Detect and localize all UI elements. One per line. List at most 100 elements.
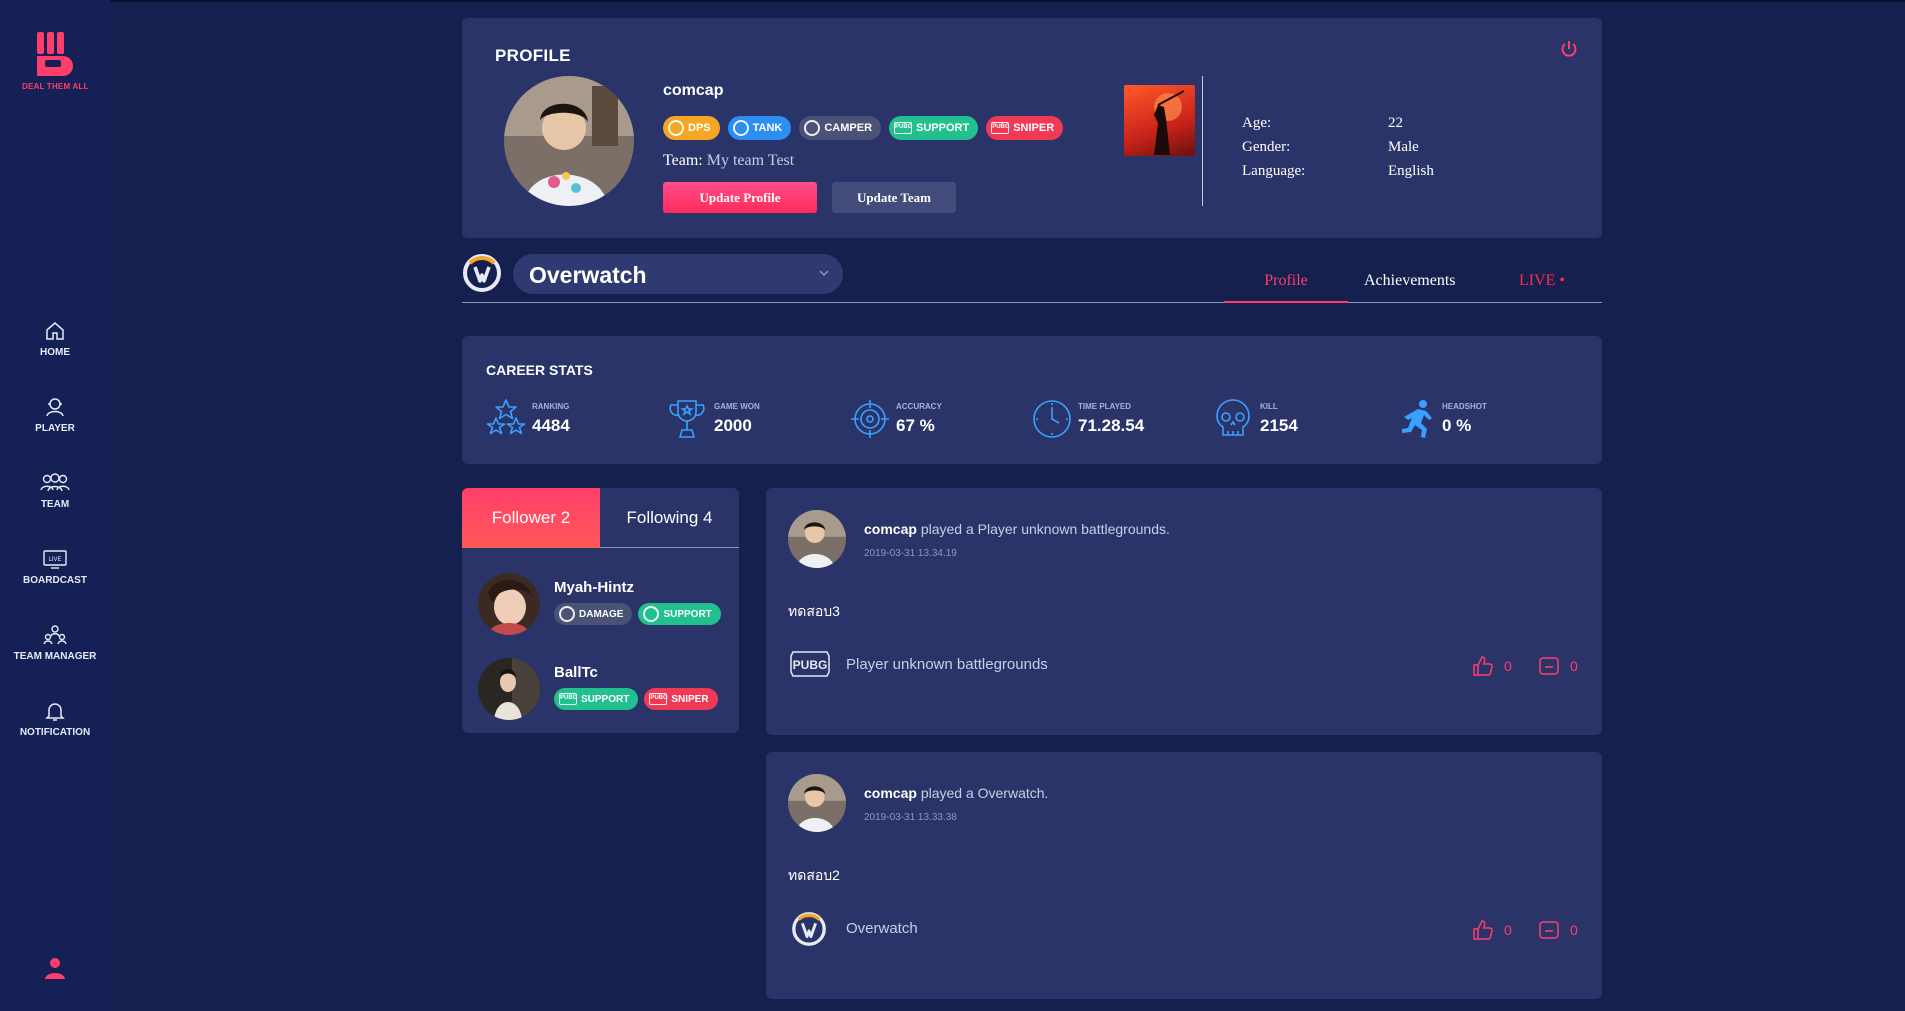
update-team-button[interactable]: Update Team <box>832 182 956 213</box>
follow-card: Follower 2 Following 4 Myah-Hintz DAMAGE… <box>462 488 739 733</box>
tag-sniper: PUBG SNIPER <box>986 116 1064 140</box>
sidebar-item-label: BOARDCAST <box>23 575 87 586</box>
profile-title: PROFILE <box>495 46 571 65</box>
player-icon <box>46 398 64 417</box>
svg-text:PUBG: PUBG <box>793 658 828 672</box>
skull-icon <box>1216 399 1250 436</box>
tag-damage: DAMAGE <box>554 603 633 625</box>
post-timestamp: 2019-03-31 13.34.19 <box>864 548 957 559</box>
post-game-title: Player unknown battlegrounds <box>846 656 1048 673</box>
stat-value: 67 % <box>896 416 935 435</box>
stat-value: 4484 <box>532 416 570 435</box>
stat-label: KILL <box>1260 402 1278 411</box>
tag-camper: CAMPER <box>799 116 882 140</box>
tag-label: SNIPER <box>671 693 709 705</box>
tag-label: DPS <box>688 122 711 134</box>
sidebar-item-player[interactable]: PLAYER <box>0 396 110 434</box>
overwatch-logo-icon <box>463 254 501 292</box>
sidebar-item-label: HOME <box>40 347 70 358</box>
follower-name: BallTc <box>554 664 598 681</box>
stat-value: 2000 <box>714 416 752 435</box>
info-value: 22 <box>1388 115 1403 131</box>
stat-label: GAME WON <box>714 402 760 411</box>
sidebar-item-label: TEAM MANAGER <box>13 651 97 662</box>
stat-label: HEADSHOT <box>1442 402 1487 411</box>
trophy-icon <box>669 400 705 438</box>
avatar <box>478 658 540 720</box>
post-username[interactable]: comcap <box>864 521 917 537</box>
overwatch-icon <box>732 120 749 136</box>
team-label: Team: <box>663 152 703 169</box>
post-action: played a Overwatch. <box>920 785 1049 801</box>
comment-icon <box>1539 657 1559 675</box>
overwatch-icon <box>804 120 821 136</box>
avatar <box>478 573 540 635</box>
list-item[interactable]: BallTc PUBG SUPPORT PUBG SNIPER <box>478 658 728 720</box>
sidebar-item-boardcast[interactable]: LIVE BOARDCAST <box>0 548 110 586</box>
avatar[interactable] <box>788 510 846 568</box>
game-cover-image <box>1124 85 1195 156</box>
team-line: Team: My team Test <box>663 152 794 170</box>
comment-button[interactable]: 0 <box>1538 655 1578 677</box>
post-username[interactable]: comcap <box>864 785 917 801</box>
avatar[interactable] <box>788 774 846 832</box>
stat-label: RANKING <box>532 402 570 411</box>
game-select-value: Overwatch <box>529 262 647 288</box>
tag-support: PUBG SUPPORT <box>554 688 639 710</box>
tab-following[interactable]: Following 4 <box>600 488 739 548</box>
team-manager-icon <box>43 625 67 645</box>
brand-logo-text: DEAL THEM ALL <box>22 82 89 91</box>
sidebar-item-team-manager[interactable]: TEAM MANAGER <box>0 624 110 662</box>
brand-logo-mark-icon <box>37 32 73 76</box>
list-item[interactable]: Myah-Hintz DAMAGE SUPPORT <box>478 573 728 635</box>
live-icon: LIVE <box>43 550 67 569</box>
tab-profile[interactable]: Profile <box>1224 272 1348 290</box>
tag-label: SUPPORT <box>663 608 712 620</box>
like-count: 0 <box>1504 658 1512 674</box>
info-value: English <box>1388 163 1434 179</box>
post-header: comcap played a Player unknown battlegro… <box>864 521 1170 537</box>
comment-button[interactable]: 0 <box>1538 919 1578 941</box>
follower-name: Myah-Hintz <box>554 579 634 596</box>
post-game-title: Overwatch <box>846 920 918 937</box>
team-icon <box>40 473 70 492</box>
post-action: played a Player unknown battlegrounds. <box>920 521 1170 537</box>
thumbs-up-icon <box>1473 656 1493 676</box>
brand-logo[interactable]: DEAL THEM ALL <box>22 30 88 91</box>
post-timestamp: 2019-03-31 13.33.38 <box>864 812 957 823</box>
profile-username: comcap <box>663 82 724 99</box>
sidebar-item-team[interactable]: TEAM <box>0 472 110 510</box>
tab-follower[interactable]: Follower 2 <box>462 488 600 548</box>
stat-label: TIME PLAYED <box>1078 402 1132 411</box>
runner-icon <box>1402 400 1432 438</box>
pubg-icon: PUBG <box>649 693 668 705</box>
profile-card: PROFILE comcap DPS TANK CAMPER PUBG SUPPO… <box>462 18 1602 238</box>
home-icon <box>46 322 64 340</box>
overwatch-icon <box>643 606 660 622</box>
avatar[interactable] <box>504 76 634 206</box>
comment-count: 0 <box>1570 922 1578 938</box>
tab-active-indicator <box>1224 301 1348 303</box>
info-key: Language: <box>1242 163 1306 179</box>
stat-value: 71.28.54 <box>1078 416 1145 435</box>
post-text: ทดสอบ3 <box>788 603 840 619</box>
stars-icon <box>486 399 526 435</box>
comment-count: 0 <box>1570 658 1578 674</box>
pubg-icon: PUBG <box>790 651 830 677</box>
tab-live[interactable]: LIVE • <box>1519 272 1565 290</box>
user-account-icon[interactable] <box>44 956 66 980</box>
tab-achievements[interactable]: Achievements <box>1364 272 1456 290</box>
like-button[interactable]: 0 <box>1472 655 1512 677</box>
pubg-icon: PUBG <box>991 122 1010 134</box>
info-key: Age: <box>1242 115 1272 131</box>
update-profile-button[interactable]: Update Profile <box>663 182 817 213</box>
tabs-divider <box>462 302 1602 303</box>
career-stats-title: CAREER STATS <box>486 362 593 378</box>
like-button[interactable]: 0 <box>1472 919 1512 941</box>
power-icon[interactable] <box>1560 40 1578 58</box>
sidebar-item-notification[interactable]: NOTIFICATION <box>0 700 110 738</box>
sidebar-item-label: NOTIFICATION <box>19 727 91 738</box>
game-select[interactable]: Overwatch <box>513 254 843 294</box>
sidebar-item-home[interactable]: HOME <box>0 320 110 358</box>
stat-value: 2154 <box>1260 416 1298 435</box>
